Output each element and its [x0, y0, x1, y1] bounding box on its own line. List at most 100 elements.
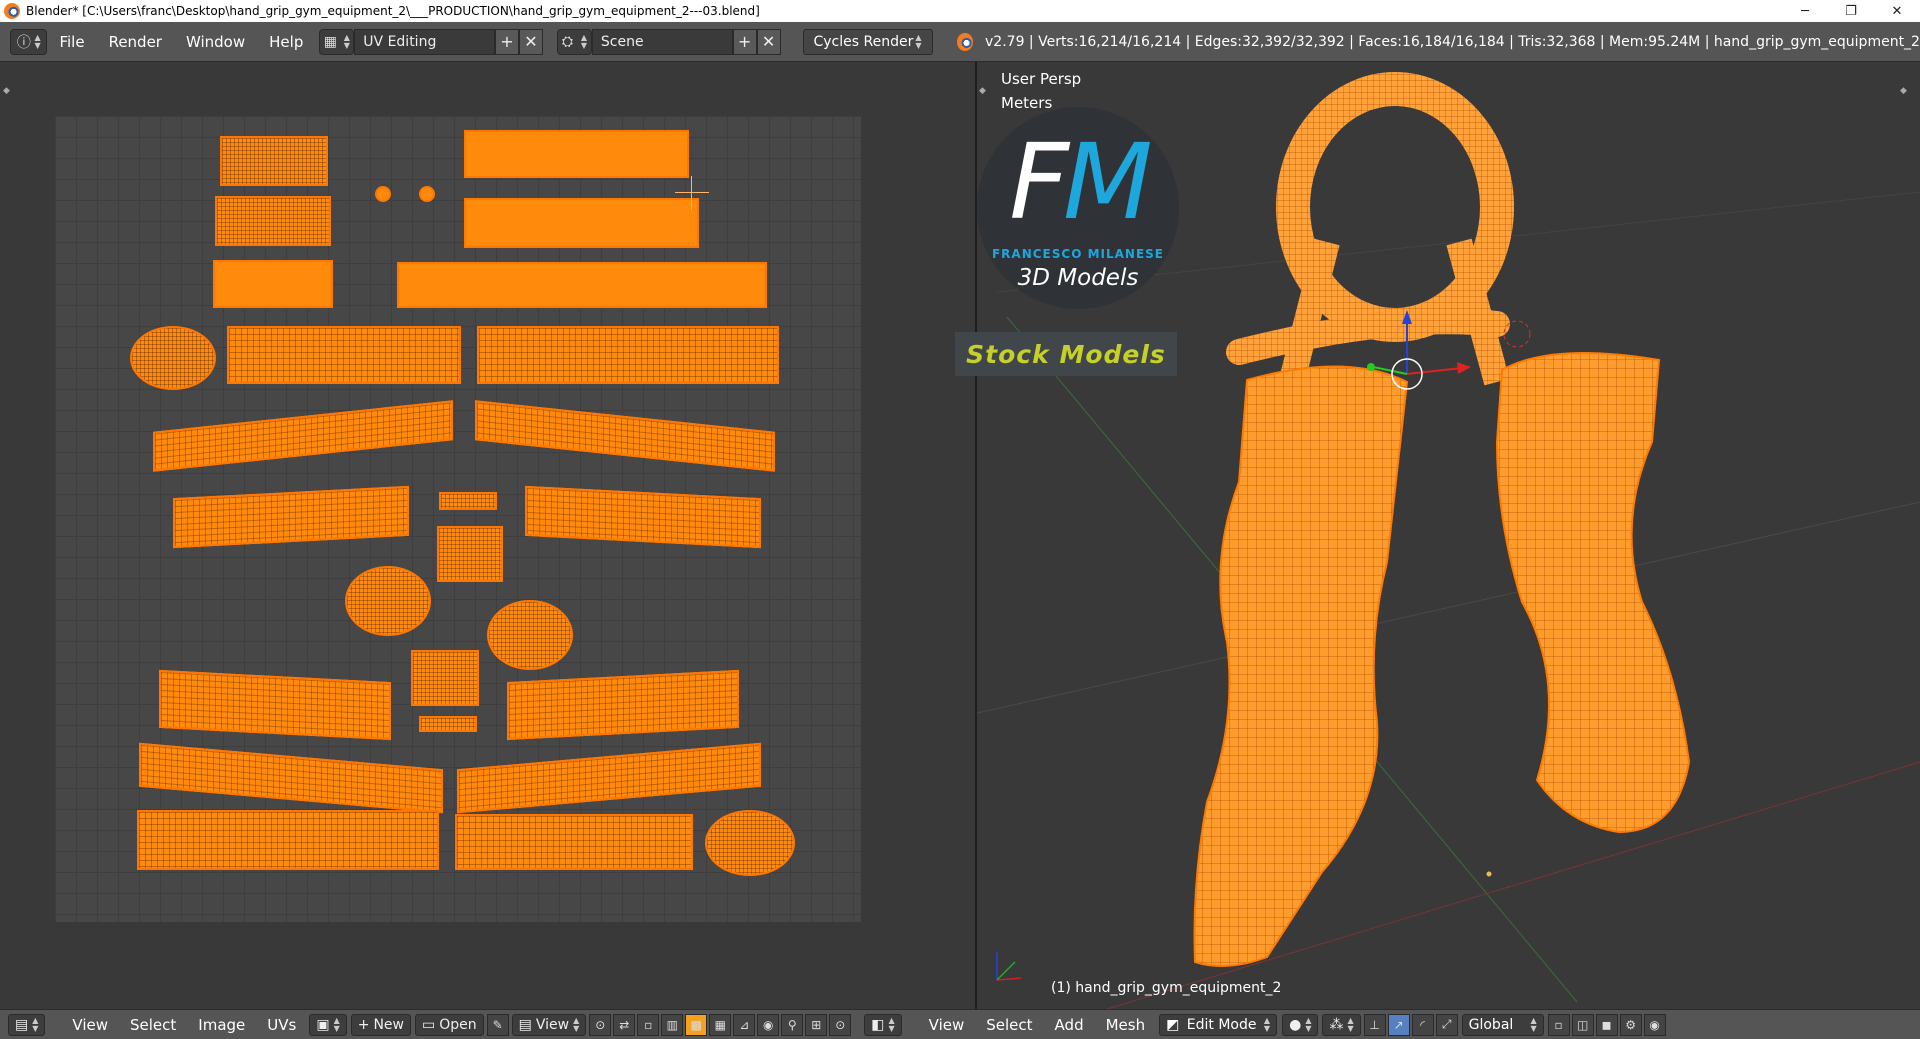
- gizmo-y-handle[interactable]: [1367, 363, 1375, 371]
- 3d-editor-type-selector[interactable]: ◧ ▲ ▼: [864, 1013, 902, 1036]
- uv-image-editor[interactable]: ◆: [0, 62, 975, 1009]
- uv-island: [130, 326, 216, 390]
- menu-file[interactable]: File: [47, 33, 96, 51]
- rotate-manipulator-icon[interactable]: ◜: [1411, 1013, 1434, 1036]
- region-toggle-icon[interactable]: ◆: [3, 86, 10, 96]
- uv-island: [153, 400, 453, 472]
- gizmo-x-arrow[interactable]: [1457, 362, 1471, 374]
- uv-island: [525, 485, 761, 549]
- uv-menu-select[interactable]: Select: [119, 1016, 187, 1034]
- uv-extra-icon[interactable]: ⊙: [829, 1013, 852, 1036]
- 3d-menu-mesh[interactable]: Mesh: [1095, 1016, 1157, 1034]
- 3d-proportional-edit-icon[interactable]: ◉: [1643, 1013, 1666, 1036]
- open-image-button[interactable]: ▭ Open: [415, 1013, 484, 1036]
- screen-layout-field[interactable]: UV Editing: [354, 28, 495, 55]
- updown-arrows-icon: ▲ ▼: [1263, 1015, 1271, 1033]
- updown-arrows-icon: ▲ ▼: [888, 1015, 895, 1033]
- island-select-icon[interactable]: ▦: [709, 1013, 732, 1036]
- pivot-point-icon: ⁂: [1329, 1016, 1344, 1033]
- window-title: Blender* [C:\Users\franc\Desktop\hand_gr…: [26, 4, 760, 18]
- right-handle-mesh: [1495, 351, 1691, 834]
- uv-island: [439, 492, 497, 510]
- render-engine-selector[interactable]: Cycles Render ▲ ▼: [802, 28, 933, 55]
- restore-button[interactable]: ❐: [1828, 0, 1874, 22]
- remove-screen-button[interactable]: ✕: [518, 28, 543, 55]
- sync-selection-icon[interactable]: ⇄: [613, 1013, 636, 1036]
- translate-manipulator-icon[interactable]: ↗: [1387, 1013, 1410, 1036]
- image-browse-button[interactable]: ▣ ▲ ▼: [309, 1013, 347, 1036]
- fm-letter-m: M: [1063, 121, 1153, 243]
- info-icon: ⓘ: [16, 34, 31, 51]
- scene-selector[interactable]: ⛭ ▲ ▼: [556, 28, 592, 55]
- plus-icon: +: [357, 1016, 370, 1033]
- scene-field[interactable]: Scene: [591, 28, 733, 55]
- mesh-face-select-icon[interactable]: ◼: [1595, 1013, 1618, 1036]
- view-mode-icon: ▤: [518, 1016, 532, 1033]
- manipulator-toggle-icon[interactable]: ⊥: [1363, 1013, 1386, 1036]
- gizmo-x-axis[interactable]: [1406, 367, 1463, 375]
- remove-scene-button[interactable]: ✕: [756, 28, 781, 55]
- uv-grid[interactable]: [55, 116, 861, 922]
- menu-render[interactable]: Render: [97, 33, 174, 51]
- scale-manipulator-icon[interactable]: ⤢: [1435, 1013, 1458, 1036]
- face-select-icon[interactable]: ▩: [685, 1013, 708, 1036]
- interaction-mode-selector[interactable]: ◩ Edit Mode ▲ ▼: [1159, 1013, 1278, 1036]
- pivot-icon[interactable]: ⊙: [589, 1013, 612, 1036]
- updown-arrows-icon: ▲ ▼: [1347, 1015, 1354, 1033]
- fm-subtitle: 3D Models: [1017, 265, 1139, 291]
- uv-island: [464, 198, 699, 248]
- menu-help[interactable]: Help: [257, 33, 315, 51]
- snap-icon[interactable]: ⚲: [781, 1013, 804, 1036]
- uv-island: [457, 742, 761, 814]
- uv-menu-image[interactable]: Image: [187, 1016, 256, 1034]
- object-origin-dot: [1486, 871, 1492, 877]
- pin-image-icon[interactable]: ✎: [486, 1013, 509, 1036]
- scene-statistics: v2.79 | Verts:16,214/16,214 | Edges:32,3…: [985, 33, 1920, 50]
- vertex-select-icon[interactable]: ▫: [637, 1013, 660, 1036]
- 3d-menu-view[interactable]: View: [918, 1016, 976, 1034]
- uv-island: [159, 669, 391, 741]
- occlude-geometry-icon[interactable]: ⚙: [1619, 1013, 1642, 1036]
- image-editor-icon: ▤: [15, 1016, 29, 1033]
- interaction-mode-label: Edit Mode: [1186, 1016, 1257, 1033]
- close-button[interactable]: ✕: [1874, 0, 1920, 22]
- updown-arrows-icon: ▲ ▼: [1530, 1015, 1537, 1033]
- uv-2d-cursor[interactable]: [675, 176, 709, 210]
- minimize-button[interactable]: ─: [1782, 0, 1828, 22]
- pivot-point-selector[interactable]: ⁂ ▲ ▼: [1322, 1013, 1361, 1036]
- add-scene-button[interactable]: +: [732, 28, 757, 55]
- uv-menu-view[interactable]: View: [61, 1016, 119, 1034]
- bottom-headers: ▤ ▲ ▼ View Select Image UVs ▣ ▲ ▼ + New ▭ …: [0, 1009, 1920, 1039]
- 3d-menu-select[interactable]: Select: [975, 1016, 1043, 1034]
- fm-letter-f: F: [1009, 121, 1069, 243]
- updown-arrows-icon: ▲ ▼: [1305, 1015, 1312, 1033]
- uv-island: [137, 810, 439, 870]
- proportional-edit-icon[interactable]: ◉: [757, 1013, 780, 1036]
- screen-layout-selector[interactable]: ▦ ▲ ▼: [319, 28, 355, 55]
- uv-island: [464, 130, 689, 178]
- viewport-shading-selector[interactable]: ● ▲ ▼: [1282, 1013, 1319, 1036]
- edit-mode-icon: ◩: [1166, 1016, 1180, 1033]
- snap-element-icon[interactable]: ⊞: [805, 1013, 828, 1036]
- folder-icon: ▭: [422, 1016, 436, 1033]
- uv-menu-uvs[interactable]: UVs: [256, 1016, 307, 1034]
- uv-island: [419, 716, 477, 732]
- edge-select-icon[interactable]: ▥: [661, 1013, 684, 1036]
- transform-orientation-selector[interactable]: Global ▲ ▼: [1461, 1013, 1544, 1036]
- new-image-button[interactable]: + New: [350, 1013, 411, 1036]
- info-editor-type-selector[interactable]: ⓘ ▲ ▼: [10, 28, 48, 55]
- plus-icon: +: [737, 32, 752, 51]
- add-screen-button[interactable]: +: [494, 28, 519, 55]
- sticky-select-icon[interactable]: ⊿: [733, 1013, 756, 1036]
- 3d-cursor[interactable]: [1503, 320, 1531, 348]
- uv-view-mode-selector[interactable]: ▤ View ▲ ▼: [511, 1013, 587, 1036]
- menu-window[interactable]: Window: [174, 33, 257, 51]
- mesh-edge-select-icon[interactable]: ◫: [1571, 1013, 1594, 1036]
- mesh-vertex-select-icon[interactable]: ▫: [1547, 1013, 1570, 1036]
- open-image-label: Open: [439, 1016, 477, 1033]
- stock-models-band: Stock Models: [955, 332, 1177, 376]
- fm-author-name: FRANCESCO MILANESE: [991, 247, 1165, 261]
- 3d-menu-add[interactable]: Add: [1044, 1016, 1095, 1034]
- uv-editor-type-selector[interactable]: ▤ ▲ ▼: [8, 1013, 46, 1036]
- uv-island: [345, 566, 431, 636]
